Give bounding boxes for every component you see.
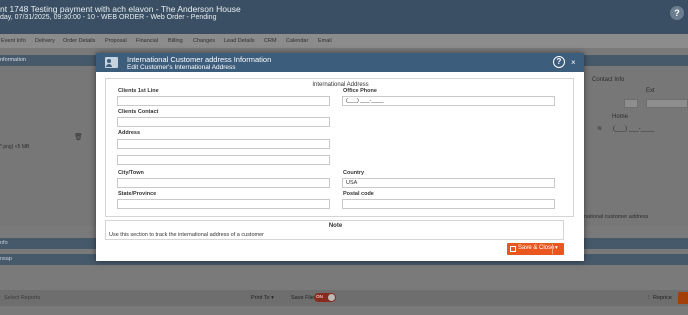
home-label: Home bbox=[612, 114, 629, 120]
intl-address-modal: International Customer address Informati… bbox=[96, 53, 584, 261]
postal-code-input[interactable] bbox=[342, 199, 555, 209]
menu-item-crm[interactable]: CRM bbox=[264, 38, 277, 44]
clients-contact-label: Clients Contact bbox=[118, 109, 159, 115]
rss-icon: ≋ bbox=[597, 126, 603, 132]
menu-item-delivery[interactable]: Delivery bbox=[35, 38, 55, 44]
clients-contact-input[interactable] bbox=[117, 117, 330, 127]
modal-subtitle: Edit Customer's International Address bbox=[127, 64, 236, 71]
note-body: Use this section to track the internatio… bbox=[109, 232, 264, 238]
main-menu: Event Info Delivery Order Details Propos… bbox=[0, 34, 688, 48]
toggle-knob bbox=[328, 294, 335, 301]
save-close-button[interactable]: Save & Close ▾ bbox=[507, 243, 564, 255]
menu-item-email[interactable]: Email bbox=[318, 38, 332, 44]
ext-label: Ext bbox=[646, 88, 655, 94]
menu-item-lead-details[interactable]: Lead Details bbox=[224, 38, 255, 44]
menu-item-proposal[interactable]: Proposal bbox=[105, 38, 127, 44]
save-file-label: Save File bbox=[291, 295, 314, 301]
modal-title: International Customer address Informati… bbox=[127, 55, 272, 64]
menu-item-financial[interactable]: Financial bbox=[136, 38, 158, 44]
save-file-toggle[interactable]: ON bbox=[314, 293, 336, 302]
address-input[interactable] bbox=[117, 139, 330, 149]
section-title: International Address bbox=[312, 82, 369, 88]
app-header: nt 1748 Testing payment with ach elavon … bbox=[0, 0, 688, 34]
close-icon[interactable]: × bbox=[571, 58, 576, 67]
address-label: Address bbox=[118, 130, 141, 136]
clients-1st-line-input[interactable] bbox=[117, 96, 330, 106]
trash-icon[interactable]: 🗑 bbox=[74, 133, 83, 141]
menu-item-order-details[interactable]: Order Details bbox=[63, 38, 95, 44]
home-phone-field[interactable]: (___) ___-____ bbox=[613, 126, 654, 132]
note-box: Note Use this section to track the inter… bbox=[105, 220, 564, 240]
chevron-down-icon[interactable]: ▾ bbox=[555, 245, 558, 251]
menu-item-event-info[interactable]: Event Info bbox=[1, 38, 26, 44]
help-icon[interactable]: ? bbox=[670, 6, 684, 20]
note-title: Note bbox=[328, 223, 343, 229]
country-select[interactable]: USA bbox=[342, 178, 555, 188]
select-reports[interactable]: Select Reports bbox=[4, 295, 40, 301]
event-subtitle: day, 07/31/2025, 09:30:00 - 10 - WEB ORD… bbox=[0, 14, 217, 21]
city-input[interactable] bbox=[117, 178, 330, 188]
footer-action-button[interactable] bbox=[678, 292, 688, 304]
save-icon bbox=[510, 246, 516, 252]
contact-card-icon bbox=[105, 57, 118, 68]
print-to-select[interactable]: Print To ▾ bbox=[251, 295, 274, 301]
clients-1st-line-label: Clients 1st Line bbox=[118, 88, 159, 94]
phone-field-bg[interactable] bbox=[624, 99, 638, 108]
event-title: nt 1748 Testing payment with ach elavon … bbox=[0, 4, 241, 14]
intl-address-link[interactable]: rnational customer address bbox=[582, 214, 648, 220]
modal-help-icon[interactable]: ? bbox=[553, 56, 565, 68]
menu-item-billing[interactable]: Billing bbox=[168, 38, 183, 44]
reprice-label: Reprice bbox=[653, 295, 672, 301]
postal-code-label: Postal code bbox=[343, 191, 374, 197]
address-line2-input[interactable] bbox=[117, 155, 330, 165]
button-separator bbox=[552, 244, 553, 254]
state-label: State/Province bbox=[118, 191, 157, 197]
modal-header: International Customer address Informati… bbox=[96, 53, 584, 72]
menu-item-changes[interactable]: Changes bbox=[193, 38, 215, 44]
menu-item-calendar[interactable]: Calendar bbox=[286, 38, 308, 44]
city-label: City/Town bbox=[118, 170, 144, 176]
toggle-state: ON bbox=[316, 294, 323, 299]
footer: Select Reports Print To ▾ Save File ON ⋮… bbox=[0, 290, 688, 306]
reprice-button[interactable]: ⋮ Reprice bbox=[646, 295, 672, 301]
ext-field-bg[interactable] bbox=[646, 99, 688, 108]
country-label: Country bbox=[343, 170, 365, 176]
office-phone-input[interactable]: (___) ___-____ bbox=[342, 96, 555, 106]
file-note: *.png) <5 MB bbox=[0, 144, 30, 150]
print-to-label: Print To bbox=[251, 295, 270, 301]
office-phone-label: Office Phone bbox=[343, 88, 377, 94]
state-input[interactable] bbox=[117, 199, 330, 209]
save-close-label: Save & Close bbox=[518, 245, 555, 251]
contact-info-label: Contact Info bbox=[592, 77, 625, 83]
